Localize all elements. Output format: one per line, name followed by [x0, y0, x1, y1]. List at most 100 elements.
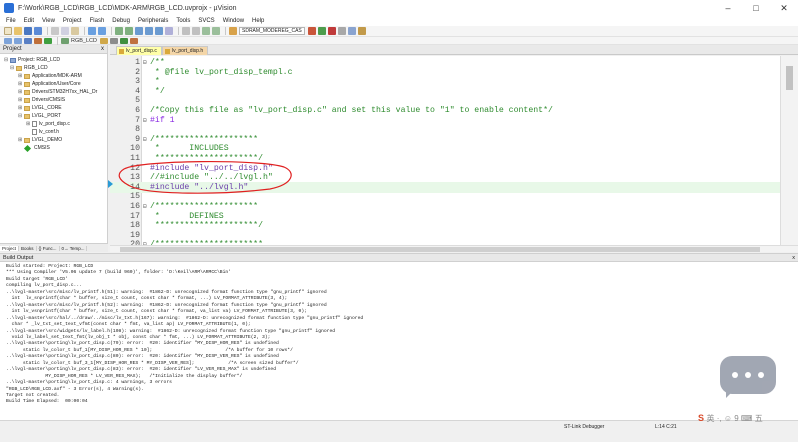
find-combo[interactable]: SDRAM_MODEREG_CAS: [239, 27, 305, 35]
tree-item-target[interactable]: ⊟ RGB_LCD: [10, 64, 48, 72]
ime-indicators: 英 ·, ☺ 9 ⌨ 五: [706, 414, 763, 423]
chat-bubble-icon[interactable]: [720, 356, 776, 398]
folder-icon: [24, 97, 30, 103]
tree-item-group[interactable]: ⊞ LVGL_CORE: [18, 104, 62, 112]
undo-icon[interactable]: [88, 27, 96, 35]
open-folder-icon[interactable]: [14, 27, 22, 35]
tab-templates[interactable]: 0→ Temp...: [60, 245, 88, 251]
tree-item-project[interactable]: ⊟ Project: RGB_LCD: [4, 56, 60, 64]
annotation-circle: [118, 160, 292, 194]
tree-item-group[interactable]: ⊞ Application/MDK-ARM: [18, 72, 82, 80]
folder-icon: [16, 65, 22, 71]
save-icon[interactable]: [24, 27, 32, 35]
build-icon[interactable]: [14, 37, 22, 44]
tree-item-file[interactable]: lv_conf.h: [32, 128, 59, 136]
build-output-header: Build Output x: [0, 254, 798, 262]
tree-item-group[interactable]: ⊞ Drivers/STM32H7xx_HAL_Dr: [18, 88, 97, 96]
search-icon[interactable]: [307, 27, 316, 35]
menu-help[interactable]: Help: [252, 18, 264, 24]
folder-icon: [24, 113, 30, 119]
folder-icon: [24, 81, 30, 87]
menu-flash[interactable]: Flash: [90, 18, 105, 24]
navigate-forward-icon[interactable]: [125, 27, 133, 35]
title-bar: F:\Work\RGB_LCD\RGB_LCD\MDK-ARM\RGB_LCD.…: [0, 0, 798, 16]
cut-icon[interactable]: [51, 27, 59, 35]
tab-project[interactable]: Project: [0, 245, 20, 251]
tools-icon[interactable]: [337, 27, 346, 35]
diamond-icon: [23, 144, 32, 152]
project-panel-header: Project x: [0, 45, 107, 54]
ime-toolbar[interactable]: S 英 ·, ☺ 9 ⌨ 五: [698, 413, 763, 424]
code-editor[interactable]: 1 ⊟/** 2 * @file lv_port_disp_templ.c 3 * 4 …: [110, 56, 780, 245]
window-layout-icon[interactable]: [347, 27, 356, 35]
menu-debug[interactable]: Debug: [112, 18, 130, 24]
pack-installer-icon[interactable]: [119, 37, 128, 44]
bookmark-icon[interactable]: [135, 27, 143, 35]
project-panel-close-icon[interactable]: x: [101, 45, 104, 54]
menu-file[interactable]: File: [6, 18, 16, 24]
menu-peripherals[interactable]: Peripherals: [138, 18, 168, 24]
configure-icon[interactable]: [357, 27, 366, 35]
tree-item-file[interactable]: ⊞ lv_port_disp.c: [26, 120, 70, 128]
editor-tab-bar: lv_port_disp.c lv_port_disp.h: [110, 45, 798, 55]
editor-horizontal-scrollbar[interactable]: [110, 245, 798, 252]
breakpoint-icon[interactable]: [327, 27, 336, 35]
comment-icon[interactable]: [202, 27, 210, 35]
tab-functions[interactable]: {} Func...: [37, 245, 60, 251]
tree-item-group[interactable]: ⊞ LVGL_DEMO: [18, 136, 62, 144]
batch-build-icon[interactable]: [34, 37, 42, 44]
project-panel-title: Project: [3, 46, 22, 52]
target-icon[interactable]: [61, 37, 69, 44]
navigate-back-icon[interactable]: [115, 27, 123, 35]
next-bookmark-icon[interactable]: [155, 27, 163, 35]
menu-project[interactable]: Project: [63, 18, 82, 24]
folder-icon: [24, 137, 30, 143]
clear-bookmarks-icon[interactable]: [165, 27, 173, 35]
manage-components-icon[interactable]: [109, 37, 118, 44]
copy-icon[interactable]: [61, 27, 69, 35]
ime-logo-icon: S: [698, 413, 705, 423]
toolbar-separator: [225, 27, 226, 35]
tree-item-group[interactable]: ⊞ Application/User/Core: [18, 80, 81, 88]
tree-item-component[interactable]: CMSIS: [23, 144, 50, 152]
minimize-button[interactable]: –: [714, 0, 742, 16]
paste-icon[interactable]: [71, 27, 79, 35]
menu-window[interactable]: Window: [223, 18, 244, 24]
menu-edit[interactable]: Edit: [24, 18, 34, 24]
menu-svcs[interactable]: SVCS: [198, 18, 214, 24]
maximize-button[interactable]: □: [742, 0, 770, 16]
uvision-app-icon: [4, 3, 14, 13]
editor-vertical-scrollbar[interactable]: [780, 56, 798, 245]
scrollbar-thumb[interactable]: [786, 66, 793, 90]
build-output-close-icon[interactable]: x: [792, 254, 795, 262]
tab-lv-port-disp-c[interactable]: lv_port_disp.c: [116, 46, 162, 55]
download-icon[interactable]: [44, 37, 52, 44]
toolbar-separator: [84, 27, 85, 35]
save-all-icon[interactable]: [34, 27, 42, 35]
translate-icon[interactable]: [4, 37, 12, 44]
options-icon[interactable]: [99, 37, 108, 44]
tree-item-group[interactable]: ⊞ Drivers/CMSIS: [18, 96, 65, 104]
prev-bookmark-icon[interactable]: [145, 27, 153, 35]
tree-item-group[interactable]: ⊟ LVGL_PORT: [18, 112, 61, 120]
project-icon: [10, 57, 16, 63]
tab-books[interactable]: Books: [19, 245, 37, 251]
unindent-icon[interactable]: [192, 27, 200, 35]
window-title: F:\Work\RGB_LCD\RGB_LCD\MDK-ARM\RGB_LCD.…: [18, 4, 237, 12]
menu-tools[interactable]: Tools: [176, 18, 190, 24]
project-panel: Project x ⊟ Project: RGB_LCD ⊟ RGB_LCD ⊞ Ap…: [0, 45, 108, 252]
build-target-select[interactable]: RGB_LCD: [71, 38, 97, 44]
start-debug-icon[interactable]: [317, 27, 326, 35]
tab-lv-port-disp-h[interactable]: lv_port_disp.h: [162, 46, 209, 55]
scrollbar-thumb[interactable]: [120, 247, 760, 252]
indent-icon[interactable]: [182, 27, 190, 35]
run-time-env-icon[interactable]: [129, 37, 138, 44]
uncomment-icon[interactable]: [212, 27, 220, 35]
menu-view[interactable]: View: [42, 18, 55, 24]
redo-icon[interactable]: [98, 27, 106, 35]
find-in-files-icon[interactable]: [229, 27, 237, 35]
close-button[interactable]: ✕: [770, 0, 798, 16]
new-file-icon[interactable]: [4, 27, 12, 35]
folder-icon: [24, 105, 30, 111]
rebuild-icon[interactable]: [24, 37, 32, 44]
